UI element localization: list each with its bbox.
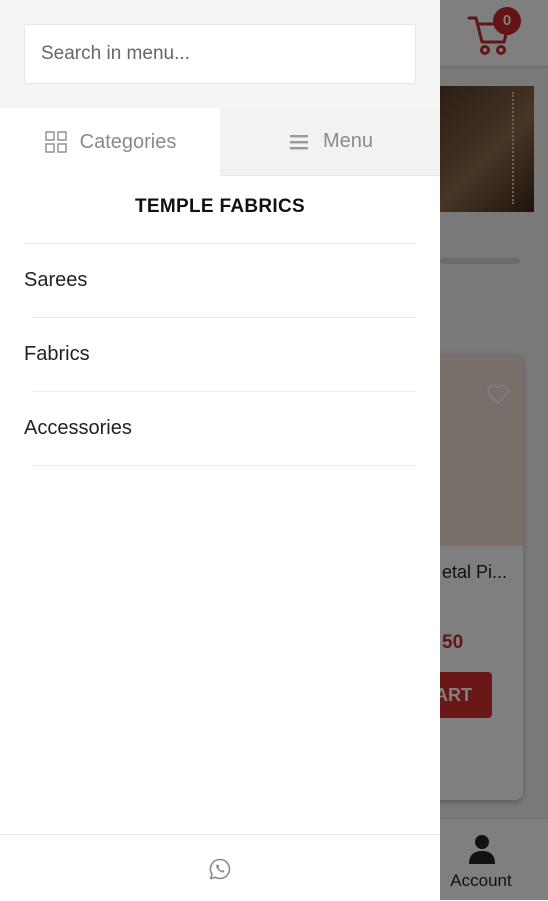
- menu-item-label: Sarees: [24, 268, 88, 291]
- tab-categories-label: Categories: [79, 130, 177, 153]
- menu-item-fabrics[interactable]: Fabrics: [24, 317, 416, 391]
- grid-icon: [44, 131, 67, 153]
- hamburger-icon: [289, 134, 308, 149]
- drawer-tabs: Categories Menu: [0, 108, 440, 176]
- search-area: [0, 0, 440, 108]
- drawer-footer: [0, 834, 440, 901]
- menu-item-accessories[interactable]: Accessories: [24, 391, 416, 465]
- search-input[interactable]: [24, 24, 416, 84]
- menu-item-label: Fabrics: [24, 342, 90, 365]
- side-drawer: Categories Menu TEMPLE FABRICS Sarees Fa…: [0, 0, 440, 901]
- tab-categories[interactable]: Categories: [0, 108, 220, 176]
- drawer-title: TEMPLE FABRICS: [135, 196, 305, 217]
- menu-item-sarees[interactable]: Sarees: [24, 243, 416, 317]
- menu-item-label: Accessories: [24, 416, 132, 439]
- tab-menu-label: Menu: [322, 130, 374, 152]
- tab-menu[interactable]: Menu: [220, 108, 440, 176]
- divider: [32, 465, 416, 466]
- whatsapp-icon[interactable]: [208, 857, 232, 881]
